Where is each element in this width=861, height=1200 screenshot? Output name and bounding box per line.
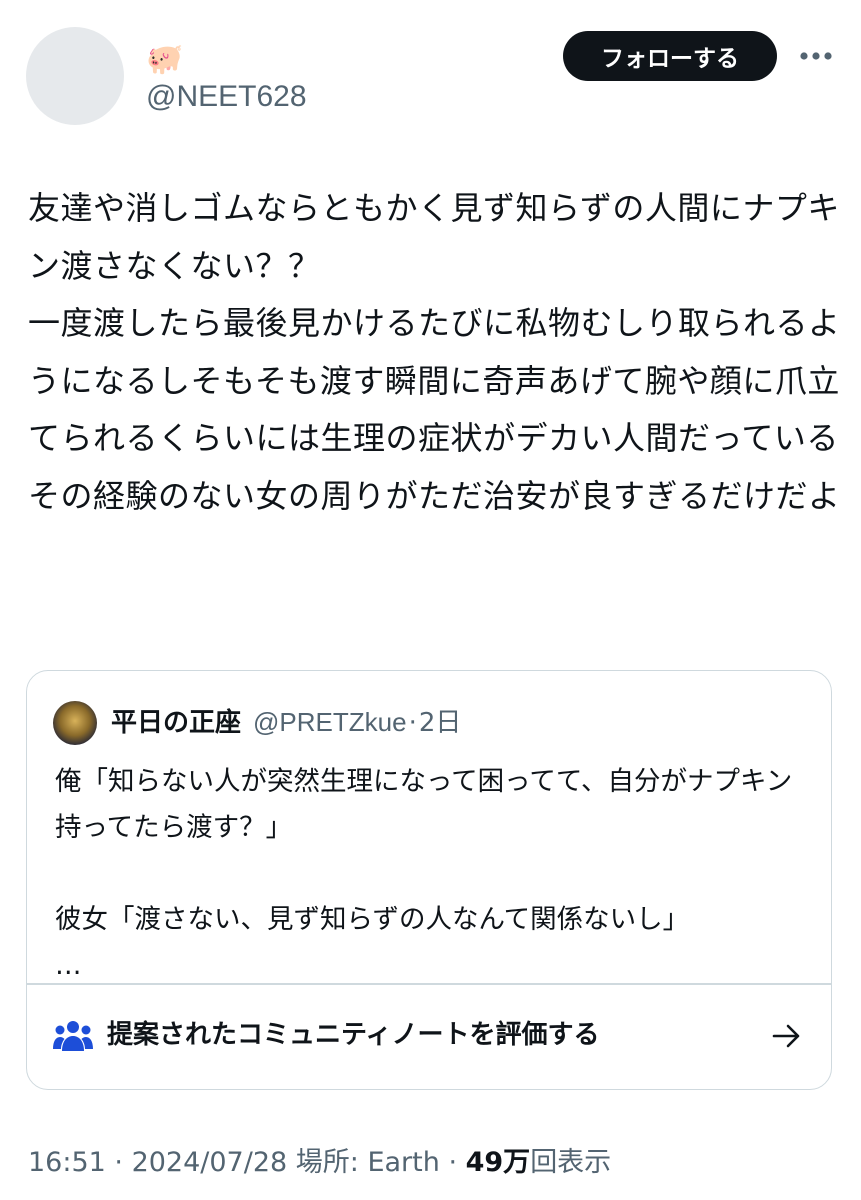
tweet-text: 友達や消しゴムならともかく見ず知らずの人間にナプキン渡さなくない？？ 一度渡した…: [28, 189, 841, 515]
tweet-date[interactable]: 2024/07/28: [132, 1147, 288, 1178]
quoted-tweet-time: 2日: [418, 708, 462, 738]
author-display-name[interactable]: 🐖: [146, 42, 183, 78]
quoted-author-name: 平日の正座: [111, 708, 242, 738]
meta-separator: ·: [105, 1147, 132, 1178]
follow-button[interactable]: フォローする: [563, 31, 777, 81]
community-note-label: 提案されたコミュニティノートを評価する: [107, 1020, 600, 1050]
quoted-header-separator: ·: [408, 708, 417, 738]
quoted-tweet-card[interactable]: 平日の正座 @PRETZkue·2日 俺「知らない人が突然生理になって困ってて、自…: [26, 670, 832, 1090]
arrow-right-icon: [772, 1024, 800, 1048]
meta-separator: ·: [439, 1147, 466, 1178]
tweet-meta: 16:51 · 2024/07/28 場所: Earth · 49万回表示: [28, 1144, 611, 1182]
tweet-time[interactable]: 16:51: [28, 1147, 106, 1178]
author-avatar[interactable]: [26, 27, 124, 125]
quoted-tweet-text: 俺「知らない人が突然生理になって困ってて、自分がナプキン持ってたら渡す？」 彼女…: [55, 766, 793, 981]
community-note-rate-button[interactable]: 提案されたコミュニティノートを評価する: [27, 985, 831, 1089]
views-label: 回表示: [530, 1147, 612, 1178]
more-horizontal-icon: [800, 52, 832, 60]
quoted-author-handle: @PRETZkue: [253, 707, 407, 737]
people-icon: [53, 1021, 93, 1051]
quoted-author-avatar: [53, 701, 97, 745]
tweet-location: 場所: Earth: [287, 1147, 440, 1178]
views-count[interactable]: 49万: [466, 1147, 531, 1178]
more-options-button[interactable]: [796, 40, 836, 72]
quoted-tweet-header: 平日の正座 @PRETZkue·2日: [111, 705, 461, 740]
author-handle[interactable]: @NEET628: [146, 78, 307, 116]
